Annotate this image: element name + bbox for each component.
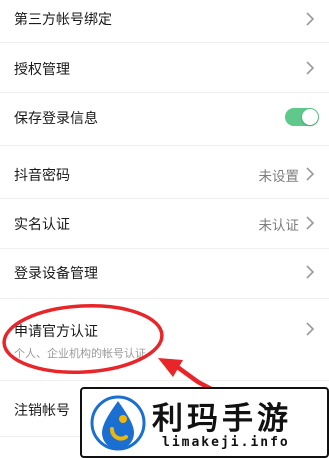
chevron-right-icon — [306, 167, 315, 181]
chevron-right-icon — [306, 216, 315, 230]
settings-item-label: 保存登录信息 — [14, 111, 98, 127]
settings-item-label: 登录设备管理 — [14, 266, 98, 282]
settings-item-douyin-password[interactable]: 抖音密码 未设置 — [0, 146, 329, 198]
save-login-toggle[interactable] — [285, 108, 319, 126]
settings-item-authorization[interactable]: 授权管理 — [0, 44, 329, 92]
droplet-logo-icon — [90, 395, 146, 451]
settings-item-save-login: 保存登录信息 — [0, 93, 329, 141]
settings-item-label: 第三方帐号绑定 — [14, 12, 112, 28]
settings-item-label: 注销帐号 — [14, 403, 70, 419]
toggle-knob — [302, 109, 318, 125]
settings-item-label: 抖音密码 — [14, 168, 70, 184]
settings-item-label: 实名认证 — [14, 217, 70, 233]
watermark-title: 利玛手游 — [152, 401, 292, 437]
settings-item-official-verification[interactable]: 申请官方认证 个人、企业机构的帐号认证 — [0, 299, 329, 369]
settings-item-login-devices[interactable]: 登录设备管理 — [0, 249, 329, 297]
settings-item-label: 授权管理 — [14, 62, 70, 78]
watermark-url: limakeji.info — [162, 435, 290, 450]
settings-item-third-party-binding[interactable]: 第三方帐号绑定 — [0, 0, 329, 40]
chevron-right-icon — [306, 265, 315, 279]
settings-item-real-name[interactable]: 实名认证 未认证 — [0, 199, 329, 247]
watermark-banner: 利玛手游 limakeji.info — [80, 387, 329, 458]
chevron-right-icon — [306, 61, 315, 75]
chevron-right-icon — [306, 322, 315, 336]
divider — [0, 42, 329, 43]
settings-item-value: 未认证 — [258, 218, 300, 234]
chevron-right-icon — [306, 12, 315, 26]
settings-item-value: 未设置 — [258, 169, 300, 185]
settings-item-label: 申请官方认证 — [14, 324, 98, 340]
settings-item-subtitle: 个人、企业机构的帐号认证 — [14, 347, 146, 360]
